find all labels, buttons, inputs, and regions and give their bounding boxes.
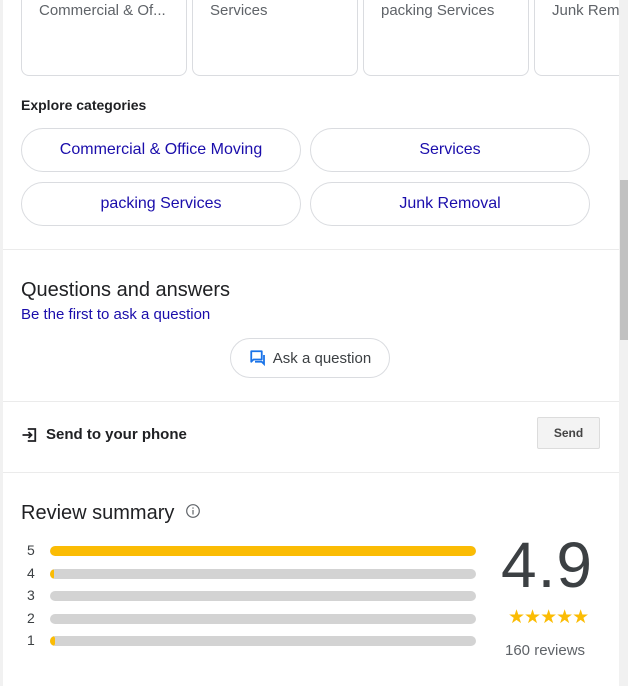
star-rating-icon: ★★★★★ — [508, 607, 589, 628]
category-chip[interactable]: Services — [310, 128, 590, 172]
rating-bar-label: 1 — [27, 632, 35, 648]
category-card-label: Commercial & Of... — [39, 2, 166, 19]
category-card[interactable]: Junk Rem — [534, 0, 619, 76]
place-panel: Commercial & Of... Services packing Serv… — [3, 0, 619, 686]
scrollbar-thumb[interactable] — [620, 180, 628, 340]
rating-bar-label: 3 — [27, 587, 35, 603]
info-icon[interactable] — [185, 503, 201, 519]
rating-bar-fill — [50, 569, 54, 579]
category-card[interactable]: Commercial & Of... — [21, 0, 187, 76]
category-chip[interactable]: packing Services — [21, 182, 301, 226]
review-count-link[interactable]: 160 reviews — [505, 642, 585, 659]
send-button[interactable]: Send — [537, 417, 600, 449]
section-divider — [3, 401, 619, 402]
ask-first-question-link[interactable]: Be the first to ask a question — [21, 306, 210, 323]
category-card-label: Services — [210, 2, 268, 19]
average-rating: 4.9 — [501, 529, 593, 601]
rating-bar-fill — [50, 636, 56, 646]
category-card[interactable]: packing Services — [363, 0, 529, 76]
rating-bar-label: 4 — [27, 565, 35, 581]
rating-bar-track — [50, 636, 476, 646]
explore-categories-heading: Explore categories — [21, 97, 147, 113]
question-answer-icon — [250, 350, 265, 367]
rating-bar-track — [50, 614, 476, 624]
rating-bar-track — [50, 591, 476, 601]
section-divider — [3, 472, 619, 473]
rating-bar-track — [50, 569, 476, 579]
send-to-phone-icon — [22, 428, 37, 442]
qa-heading: Questions and answers — [21, 279, 231, 301]
send-to-phone-heading: Send to your phone — [46, 426, 187, 443]
rating-bar-fill — [50, 546, 476, 556]
category-chip[interactable]: Commercial & Office Moving — [21, 128, 301, 172]
category-card-label: packing Services — [381, 2, 495, 19]
rating-bar-label: 5 — [27, 542, 35, 558]
category-card-label: Junk Rem — [552, 2, 619, 19]
category-card[interactable]: Services — [192, 0, 358, 76]
category-chip[interactable]: Junk Removal — [310, 182, 590, 226]
ask-question-label: Ask a question — [272, 349, 372, 367]
scrollbar-track[interactable] — [619, 0, 628, 686]
rating-bar-track — [50, 546, 476, 556]
review-summary-heading: Review summary — [21, 502, 175, 524]
section-divider — [3, 249, 619, 250]
ask-question-button[interactable]: Ask a question — [230, 338, 390, 378]
rating-bar-label: 2 — [27, 610, 35, 626]
